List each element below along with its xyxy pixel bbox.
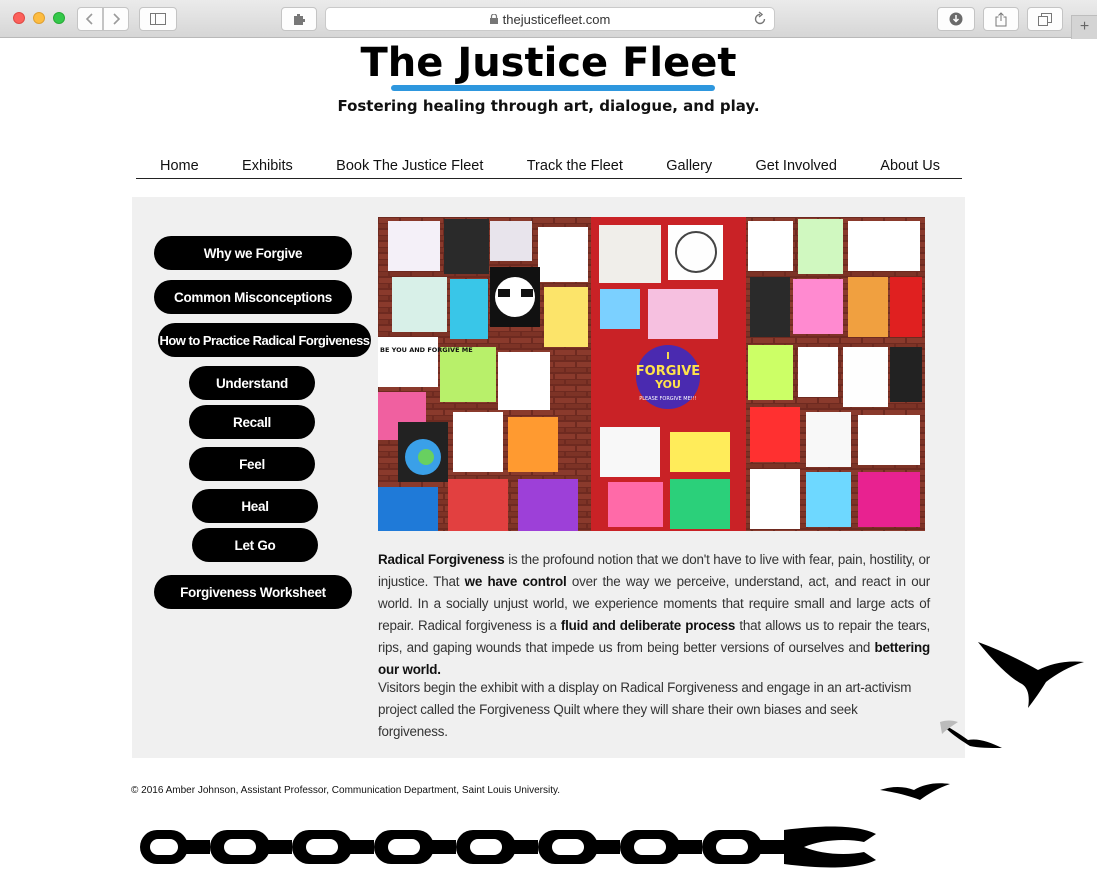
nav-track[interactable]: Track the Fleet	[527, 156, 623, 178]
quilt-text-forgive: FORGIVE	[636, 364, 700, 379]
nav-gallery[interactable]: Gallery	[666, 156, 712, 178]
download-icon	[949, 12, 963, 26]
tabs-button[interactable]	[1027, 7, 1063, 31]
sidebar-icon	[150, 13, 166, 25]
share-button[interactable]	[983, 7, 1019, 31]
chain-decoration	[140, 826, 876, 868]
feel-button[interactable]: Feel	[189, 447, 315, 481]
puzzle-icon	[294, 14, 305, 25]
forgiveness-worksheet-button[interactable]: Forgiveness Worksheet	[154, 575, 352, 609]
back-button[interactable]	[77, 7, 103, 31]
let-go-button[interactable]: Let Go	[192, 528, 318, 562]
exhibit-paragraph: Visitors begin the exhibit with a displa…	[378, 680, 912, 739]
birds-decoration	[880, 642, 1084, 800]
common-misconceptions-button[interactable]: Common Misconceptions	[154, 280, 352, 314]
address-bar[interactable]: thejusticefleet.com	[325, 7, 775, 31]
intro-paragraph: Radical Forgiveness is the profound noti…	[378, 549, 930, 681]
nav-about[interactable]: About Us	[880, 156, 940, 178]
tabs-icon	[1038, 12, 1052, 26]
chevron-right-icon	[113, 13, 121, 25]
lock-icon	[489, 14, 498, 24]
fluid-deliberate-bold: fluid and deliberate process	[560, 618, 736, 633]
chevron-left-icon	[85, 13, 93, 25]
site-tagline: Fostering healing through art, dialogue,…	[337, 97, 760, 115]
close-window-button[interactable]	[13, 12, 25, 24]
how-to-practice-button[interactable]: How to Practice Radical Forgiveness	[158, 323, 371, 357]
nav-book[interactable]: Book The Justice Fleet	[336, 156, 483, 178]
forward-button[interactable]	[103, 7, 129, 31]
quilt-text-you: YOU	[654, 378, 681, 391]
footer-copyright: © 2016 Amber Johnson, Assistant Professo…	[131, 785, 561, 796]
nav-home[interactable]: Home	[160, 156, 199, 178]
url-text: thejusticefleet.com	[502, 11, 611, 27]
nav-exhibits[interactable]: Exhibits	[242, 156, 293, 178]
quilt-text-i: I	[666, 351, 670, 362]
radical-forgiveness-bold: Radical Forgiveness	[378, 552, 505, 567]
main-nav: Home Exhibits Book The Justice Fleet Tra…	[136, 156, 962, 179]
site-title[interactable]: The Justice Fleet	[0, 40, 1097, 86]
title-underline	[391, 85, 715, 91]
reload-icon[interactable]	[753, 11, 767, 27]
understand-button[interactable]: Understand	[189, 366, 315, 400]
new-tab-button[interactable]: +	[1071, 15, 1097, 39]
share-icon	[995, 11, 1007, 26]
extension-button[interactable]	[281, 7, 317, 31]
browser-toolbar: thejusticefleet.com +	[0, 0, 1097, 39]
why-we-forgive-button[interactable]: Why we Forgive	[154, 236, 352, 270]
zoom-window-button[interactable]	[53, 12, 65, 24]
heal-button[interactable]: Heal	[192, 489, 318, 523]
quilt-text-be-you: BE YOU AND FORGIVE ME	[380, 346, 473, 354]
minimize-window-button[interactable]	[33, 12, 45, 24]
forgiveness-quilt-image: I FORGIVE YOU PLEASE FORGIVE ME!!! BE YO…	[378, 217, 925, 531]
we-have-control-bold: we have control	[464, 574, 567, 589]
recall-button[interactable]: Recall	[189, 405, 315, 439]
nav-get-involved[interactable]: Get Involved	[756, 156, 837, 178]
sidebar-toggle-button[interactable]	[139, 7, 177, 31]
downloads-button[interactable]	[937, 7, 975, 31]
quilt-text-please: PLEASE FORGIVE ME!!!	[639, 396, 697, 402]
